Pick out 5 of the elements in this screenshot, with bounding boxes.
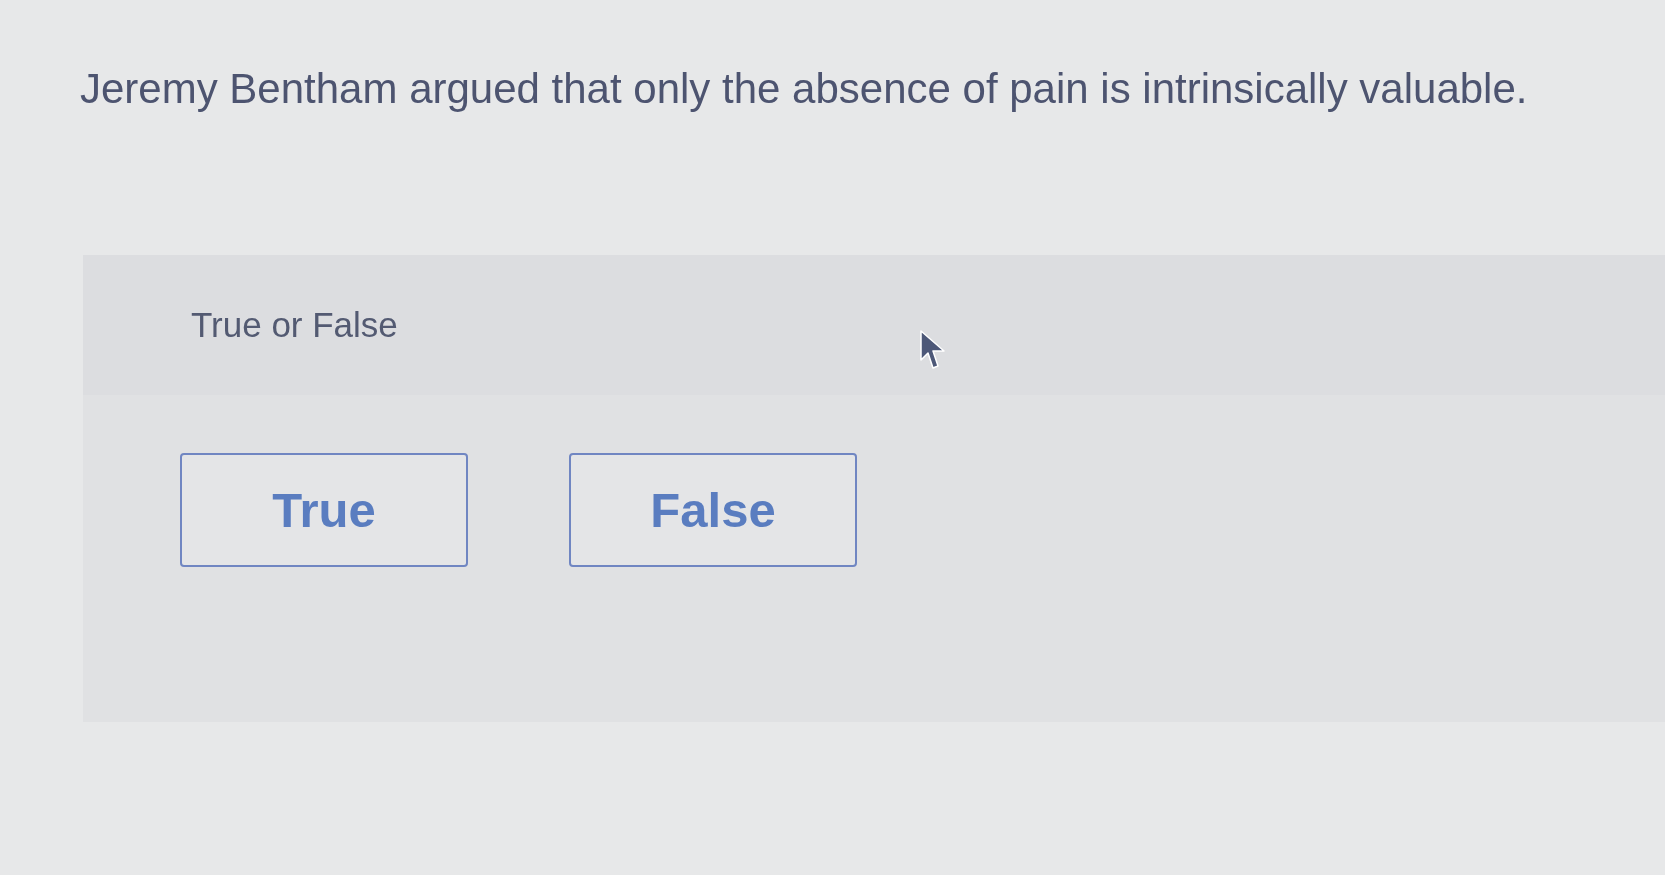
mouse-pointer-icon xyxy=(920,330,946,370)
question-type-label: True or False xyxy=(191,304,398,345)
answer-option-button[interactable]: False xyxy=(569,452,857,567)
answer-option-button[interactable]: True xyxy=(180,452,468,567)
question-text: Jeremy Bentham argued that only the absence of pain is intrinsically valuable. xyxy=(80,64,1528,114)
